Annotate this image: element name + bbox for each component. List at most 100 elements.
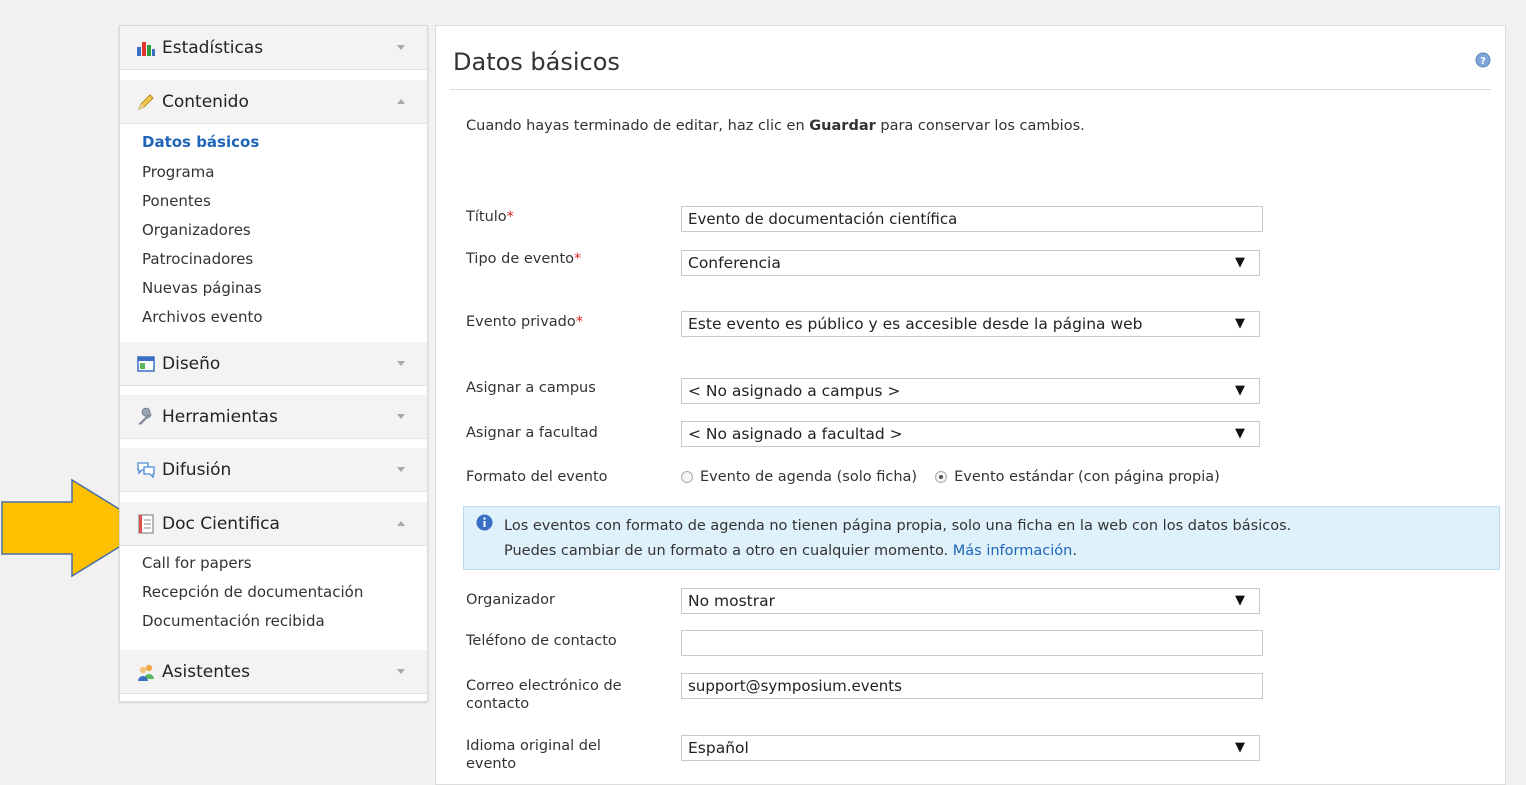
speech-bubbles-icon bbox=[136, 460, 156, 480]
intro-text-suffix: para conservar los cambios. bbox=[875, 118, 1085, 134]
info-line-2-end: . bbox=[1072, 543, 1077, 559]
info-box: Los eventos con formato de agenda no tie… bbox=[463, 506, 1500, 570]
correo-label-line2: contacto bbox=[466, 696, 530, 712]
dropdown-arrow-icon: ▼ bbox=[1235, 255, 1245, 270]
sidebar-section-difusion[interactable]: Difusión bbox=[120, 448, 427, 492]
telefono-input[interactable] bbox=[681, 630, 1263, 656]
intro-text-prefix: Cuando hayas terminado de editar, haz cl… bbox=[466, 118, 810, 134]
chevron-up-icon bbox=[397, 520, 405, 526]
mas-informacion-link[interactable]: Más información bbox=[953, 543, 1073, 559]
bar-chart-icon bbox=[136, 38, 156, 58]
chevron-down-icon bbox=[397, 360, 405, 366]
sidebar-item-nuevas-paginas[interactable]: Nuevas páginas bbox=[142, 274, 263, 303]
required-mark: * bbox=[506, 209, 514, 225]
idioma-label-line2: evento bbox=[466, 756, 517, 772]
organizador-value: No mostrar bbox=[688, 592, 775, 610]
sidebar-section-herramientas[interactable]: Herramientas bbox=[120, 395, 427, 439]
title-divider bbox=[450, 89, 1491, 90]
sidebar-item-ponentes[interactable]: Ponentes bbox=[142, 187, 263, 216]
dropdown-arrow-icon: ▼ bbox=[1235, 316, 1245, 331]
idioma-select[interactable]: Español ▼ bbox=[681, 735, 1260, 761]
campus-label: Asignar a campus bbox=[466, 380, 596, 396]
sidebar-section-label: Difusión bbox=[162, 459, 232, 480]
formato-estandar-radio[interactable] bbox=[935, 471, 948, 483]
campus-select[interactable]: < No asignado a campus > ▼ bbox=[681, 378, 1260, 404]
sidebar-section-diseno[interactable]: Diseño bbox=[120, 342, 427, 386]
sidebar-item-programa[interactable]: Programa bbox=[142, 158, 263, 187]
chevron-down-icon bbox=[397, 413, 405, 419]
sidebar-section-label: Asistentes bbox=[162, 661, 250, 682]
telefono-label: Teléfono de contacto bbox=[466, 633, 617, 649]
tipo-evento-value: Conferencia bbox=[688, 254, 781, 272]
pencil-icon bbox=[136, 92, 156, 112]
formato-agenda-radio[interactable] bbox=[681, 471, 693, 483]
evento-privado-label-text: Evento privado bbox=[466, 314, 576, 330]
tipo-evento-label: Tipo de evento* bbox=[466, 250, 581, 268]
document-icon bbox=[136, 513, 156, 534]
users-icon bbox=[136, 662, 156, 682]
sidebar-section-label: Doc Cientifica bbox=[162, 513, 280, 534]
sidebar-item-patrocinadores[interactable]: Patrocinadores bbox=[142, 245, 263, 274]
evento-privado-value: Este evento es público y es accesible de… bbox=[688, 315, 1143, 333]
sidebar-section-label: Herramientas bbox=[162, 406, 278, 427]
formato-estandar-label[interactable]: Evento estándar (con página propia) bbox=[954, 469, 1220, 485]
sidebar-item-recepcion-documentacion[interactable]: Recepción de documentación bbox=[142, 578, 363, 607]
intro-text-bold: Guardar bbox=[809, 118, 876, 134]
formato-radio-group: Evento de agenda (solo ficha) Evento est… bbox=[681, 469, 1220, 485]
dropdown-arrow-icon: ▼ bbox=[1235, 740, 1245, 755]
sidebar-item-call-for-papers[interactable]: Call for papers bbox=[142, 549, 363, 578]
evento-privado-select[interactable]: Este evento es público y es accesible de… bbox=[681, 311, 1260, 337]
svg-text:?: ? bbox=[1480, 56, 1486, 67]
idioma-value: Español bbox=[688, 739, 749, 757]
correo-input[interactable] bbox=[681, 673, 1263, 699]
required-mark: * bbox=[575, 314, 584, 330]
sidebar-item-archivos-evento[interactable]: Archivos evento bbox=[142, 303, 263, 332]
info-line-1: Los eventos con formato de agenda no tie… bbox=[504, 518, 1292, 534]
sidebar-item-datos-basicos[interactable]: Datos básicos bbox=[142, 126, 263, 158]
chevron-down-icon bbox=[397, 668, 405, 674]
info-line-2: Puedes cambiar de un formato a otro en c… bbox=[504, 539, 1487, 564]
sidebar-section-estadisticas[interactable]: Estadísticas bbox=[120, 26, 427, 70]
info-icon bbox=[476, 514, 493, 531]
sidebar-section-contenido[interactable]: Contenido bbox=[120, 80, 427, 124]
correo-label: Correo electrónico de contacto bbox=[466, 677, 622, 713]
page-title: Datos básicos bbox=[453, 48, 620, 76]
dropdown-arrow-icon: ▼ bbox=[1235, 593, 1245, 608]
idioma-label-line1: Idioma original del bbox=[466, 738, 601, 754]
layout-icon bbox=[136, 354, 156, 374]
tipo-evento-select[interactable]: Conferencia ▼ bbox=[681, 250, 1260, 276]
facultad-select[interactable]: < No asignado a facultad > ▼ bbox=[681, 421, 1260, 447]
wrench-icon bbox=[136, 407, 156, 427]
sidebar-section-asistentes[interactable]: Asistentes bbox=[120, 650, 427, 694]
evento-privado-label: Evento privado* bbox=[466, 313, 583, 331]
titulo-label-text: Título bbox=[466, 209, 507, 225]
correo-label-line1: Correo electrónico de bbox=[466, 678, 622, 694]
sidebar-item-documentacion-recibida[interactable]: Documentación recibida bbox=[142, 607, 363, 636]
titulo-input[interactable] bbox=[681, 206, 1263, 232]
info-line-2-text: Puedes cambiar de un formato a otro en c… bbox=[504, 543, 953, 559]
idioma-label: Idioma original del evento bbox=[466, 737, 601, 773]
formato-label: Formato del evento bbox=[466, 469, 608, 485]
campus-value: < No asignado a campus > bbox=[688, 382, 901, 400]
sidebar-section-label: Contenido bbox=[162, 91, 249, 112]
sidebar-doc-cientifica-list: Call for papers Recepción de documentaci… bbox=[142, 549, 363, 636]
formato-agenda-label[interactable]: Evento de agenda (solo ficha) bbox=[700, 469, 917, 485]
required-mark: * bbox=[574, 251, 582, 267]
dropdown-arrow-icon: ▼ bbox=[1235, 383, 1245, 398]
chevron-up-icon bbox=[397, 98, 405, 104]
organizador-label: Organizador bbox=[466, 592, 555, 608]
titulo-label: Título* bbox=[466, 208, 514, 226]
facultad-label: Asignar a facultad bbox=[466, 425, 598, 441]
main-panel: Datos básicos ? Cuando hayas terminado d… bbox=[435, 25, 1506, 785]
sidebar-section-label: Estadísticas bbox=[162, 37, 264, 58]
chevron-down-icon bbox=[397, 44, 405, 50]
help-icon[interactable]: ? bbox=[1475, 52, 1491, 68]
sidebar-item-organizadores[interactable]: Organizadores bbox=[142, 216, 263, 245]
organizador-select[interactable]: No mostrar ▼ bbox=[681, 588, 1260, 614]
sidebar: Estadísticas Contenido Datos básicos Pro… bbox=[119, 25, 428, 702]
tipo-evento-label-text: Tipo de evento bbox=[466, 251, 575, 267]
facultad-value: < No asignado a facultad > bbox=[688, 425, 903, 443]
dropdown-arrow-icon: ▼ bbox=[1235, 426, 1245, 441]
sidebar-section-doc-cientifica[interactable]: Doc Cientifica bbox=[120, 502, 427, 546]
intro-text: Cuando hayas terminado de editar, haz cl… bbox=[466, 118, 1085, 134]
